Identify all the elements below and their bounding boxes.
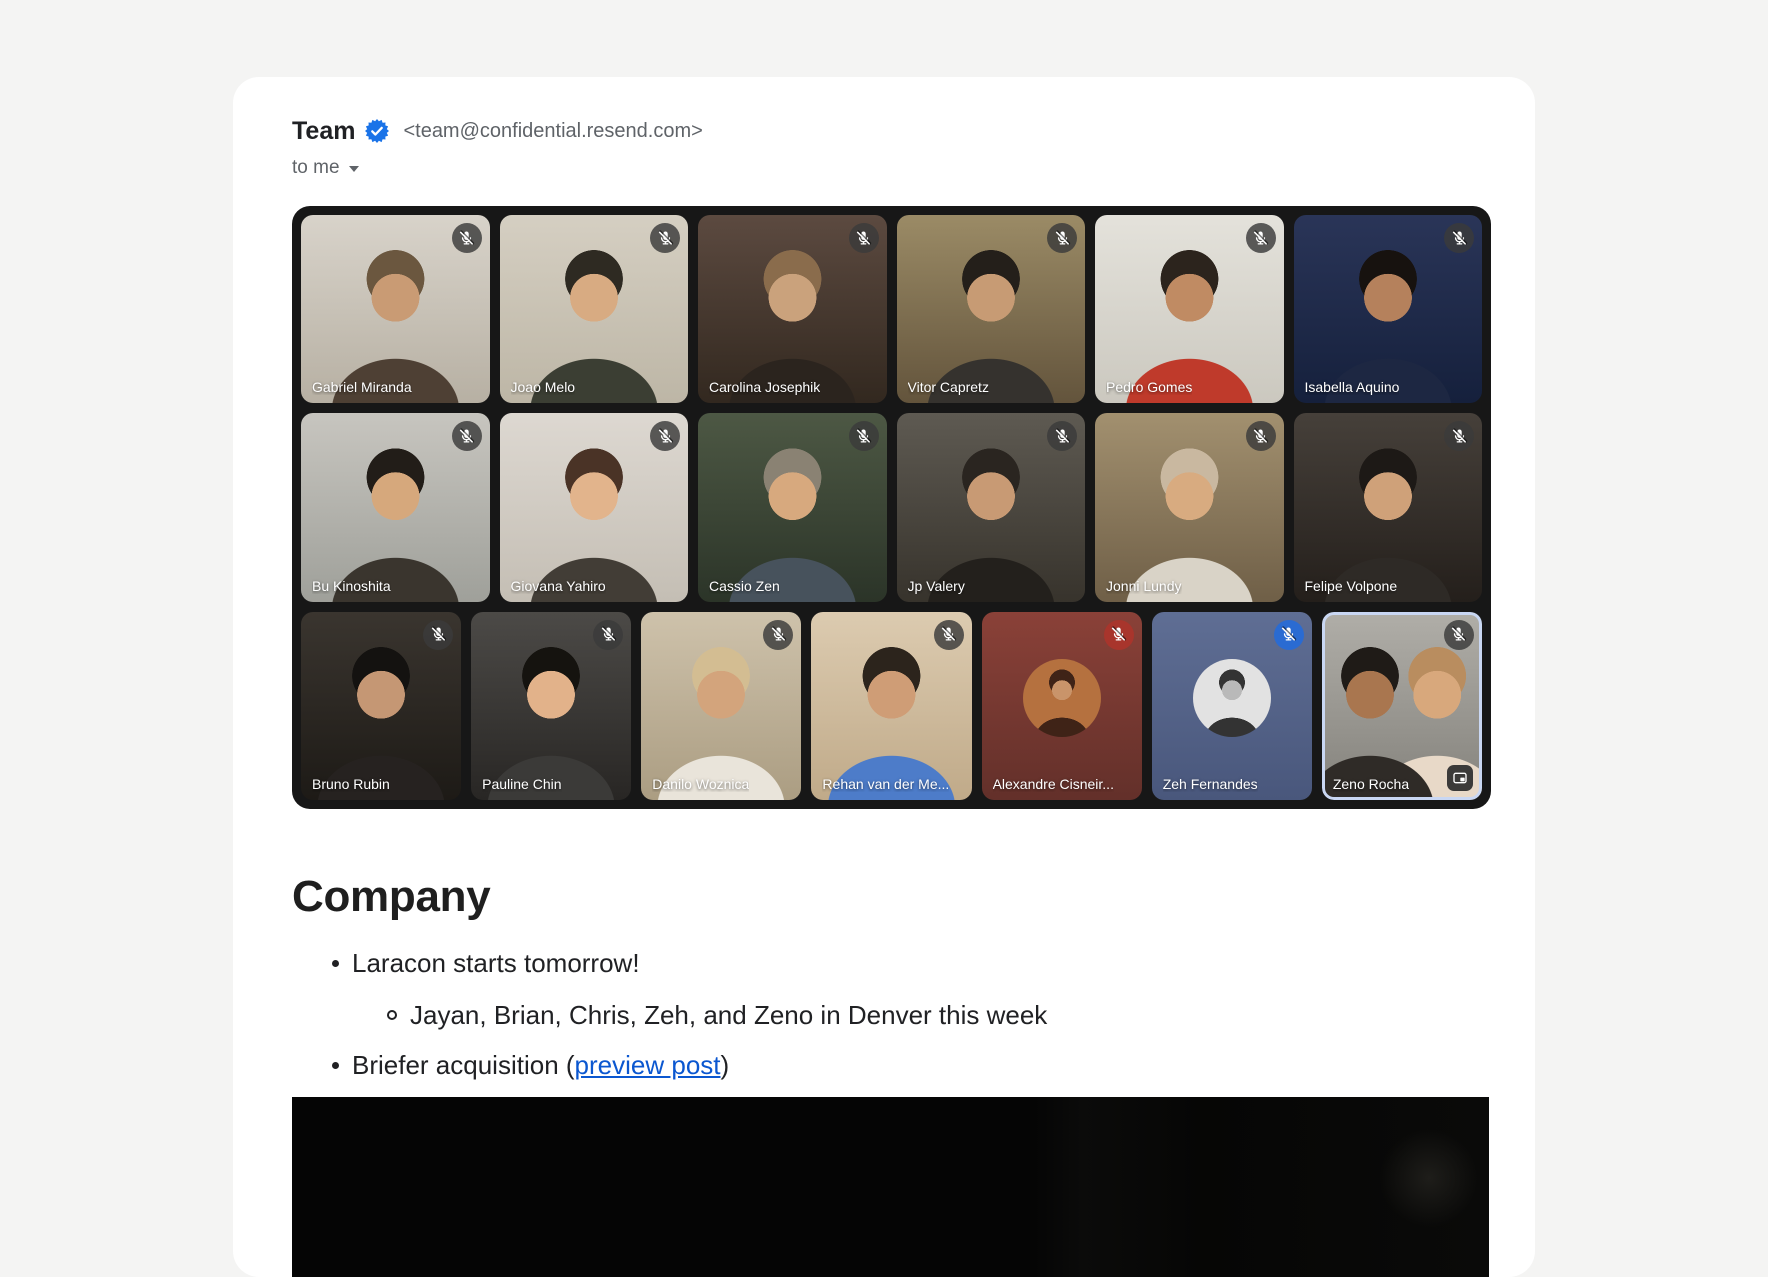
participant-tile: Bu Kinoshita [301, 413, 490, 601]
participant-name: Zeno Rocha [1333, 776, 1409, 792]
participant-name: Gabriel Miranda [312, 379, 412, 395]
participant-name: Zeh Fernandes [1163, 776, 1258, 792]
participant-tile: Pedro Gomes [1095, 215, 1284, 403]
participant-name: Pedro Gomes [1106, 379, 1192, 395]
participant-tile: Pauline Chin [471, 612, 631, 800]
bullet-list: Briefer acquisition (preview post) [292, 1049, 1491, 1081]
bullet-list: Laracon starts tomorrow! [292, 947, 1491, 979]
mic-off-icon [650, 223, 680, 253]
mic-off-icon [1047, 421, 1077, 451]
mic-off-icon [452, 421, 482, 451]
mic-off-icon [1274, 620, 1304, 650]
participant-tile: Bruno Rubin [301, 612, 461, 800]
participant-tile: Danilo Woznica [641, 612, 801, 800]
sender-name: Team [292, 115, 355, 147]
embedded-dark-image [292, 1097, 1489, 1277]
participant-tile: Giovana Yahiro [500, 413, 689, 601]
participant-tile: Felipe Volpone [1294, 413, 1483, 601]
mic-off-icon [849, 223, 879, 253]
mic-off-icon [849, 421, 879, 451]
email-header: Team <team@confidential.resend.com> [292, 77, 1491, 147]
participant-name: Rehan van der Me... [822, 776, 949, 792]
participant-tile: Zeh Fernandes [1152, 612, 1312, 800]
video-call-grid-image: Gabriel Miranda Joao Melo Carolina Josep… [292, 206, 1491, 809]
email-card: Team <team@confidential.resend.com> to m… [233, 77, 1535, 1277]
mic-off-icon [1444, 223, 1474, 253]
participant-name: Pauline Chin [482, 776, 561, 792]
recipient-label: to me [292, 157, 340, 179]
participant-tile: Rehan van der Me... [811, 612, 971, 800]
participant-name: Vitor Capretz [908, 379, 989, 395]
participant-name: Danilo Woznica [652, 776, 749, 792]
participant-name: Felipe Volpone [1305, 578, 1398, 594]
sender-email: <team@confidential.resend.com> [403, 120, 702, 143]
participant-name: Cassio Zen [709, 578, 780, 594]
mic-off-icon [593, 620, 623, 650]
mic-off-icon [763, 620, 793, 650]
participant-avatar [1023, 659, 1101, 737]
mic-off-icon [452, 223, 482, 253]
verified-icon [365, 119, 389, 143]
sub-bullet-list: Jayan, Brian, Chris, Zeh, and Zeno in De… [292, 999, 1491, 1031]
mic-off-icon [423, 620, 453, 650]
pip-icon [1447, 765, 1473, 791]
participant-name: Bruno Rubin [312, 776, 390, 792]
caret-down-icon [349, 166, 359, 172]
section-heading: Company [292, 873, 1491, 921]
mic-off-icon [650, 421, 680, 451]
list-item: Laracon starts tomorrow! [292, 947, 1491, 979]
participant-row: Bruno Rubin Pauline Chin Danilo Woznica [301, 612, 1482, 800]
participant-name: Giovana Yahiro [511, 578, 606, 594]
participant-tile: Joao Melo [500, 215, 689, 403]
participant-tile: Alexandre Cisneir... [982, 612, 1142, 800]
participant-tile: Cassio Zen [698, 413, 887, 601]
participant-row: Gabriel Miranda Joao Melo Carolina Josep… [301, 215, 1482, 403]
participant-row: Bu Kinoshita Giovana Yahiro Cassio Zen [301, 413, 1482, 601]
mic-off-icon [1104, 620, 1134, 650]
participant-tile: Jp Valery [897, 413, 1086, 601]
preview-post-link[interactable]: preview post [575, 1050, 721, 1080]
recipient-dropdown[interactable]: to me [292, 157, 359, 179]
participant-tile: Jonni Lundy [1095, 413, 1284, 601]
participant-name: Carolina Josephik [709, 379, 820, 395]
participant-tile: Isabella Aquino [1294, 215, 1483, 403]
participant-tile: Carolina Josephik [698, 215, 887, 403]
mic-off-icon [1444, 421, 1474, 451]
mic-off-icon [1444, 620, 1474, 650]
list-item: Briefer acquisition (preview post) [292, 1049, 1491, 1081]
mic-off-icon [1047, 223, 1077, 253]
participant-name: Isabella Aquino [1305, 379, 1400, 395]
mic-off-icon [1246, 223, 1276, 253]
mic-off-icon [1246, 421, 1276, 451]
participant-name: Jonni Lundy [1106, 578, 1182, 594]
list-item: Jayan, Brian, Chris, Zeh, and Zeno in De… [292, 999, 1491, 1031]
participant-avatar [1193, 659, 1271, 737]
participant-name: Alexandre Cisneir... [993, 776, 1114, 792]
participant-tile: Zeno Rocha [1322, 612, 1482, 800]
mic-off-icon [934, 620, 964, 650]
participant-name: Bu Kinoshita [312, 578, 391, 594]
participant-name: Joao Melo [511, 379, 576, 395]
participant-name: Jp Valery [908, 578, 965, 594]
participant-tile: Vitor Capretz [897, 215, 1086, 403]
participant-tile: Gabriel Miranda [301, 215, 490, 403]
